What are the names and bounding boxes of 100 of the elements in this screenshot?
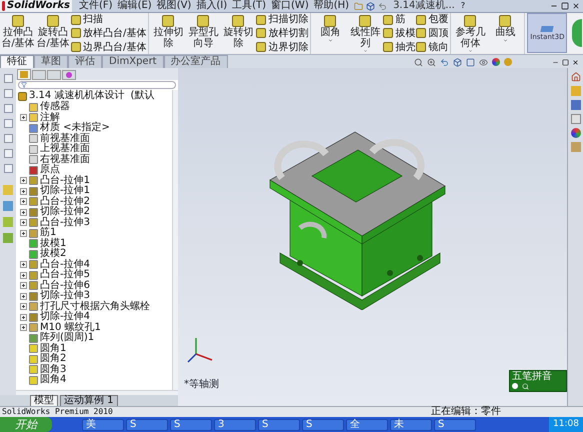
ribbon-button[interactable]: 圆角 xyxy=(313,13,348,53)
command-tab[interactable]: 草图 xyxy=(34,55,68,68)
save-icon[interactable] xyxy=(366,2,376,10)
zoom-icon[interactable] xyxy=(427,58,436,66)
command-tab[interactable]: 评估 xyxy=(68,55,102,68)
expand-toggle[interactable] xyxy=(20,188,27,195)
filter-field[interactable] xyxy=(18,81,176,89)
ribbon-button[interactable]: 放样凸台/基体 xyxy=(71,28,146,39)
taskbar-item[interactable]: S xyxy=(258,418,300,430)
ribbon-button[interactable]: 包覆 xyxy=(416,14,448,26)
taskbar-item[interactable]: S xyxy=(126,418,168,430)
expand-toggle[interactable] xyxy=(20,292,27,300)
taskbar-item[interactable]: 未 xyxy=(390,418,432,430)
tree-item-label[interactable]: 凸台-拉伸5 xyxy=(40,270,90,280)
tree-item-label[interactable]: 前视基准面 xyxy=(40,134,90,144)
expand-toggle[interactable] xyxy=(20,314,27,321)
home-icon[interactable] xyxy=(570,72,580,82)
ribbon-button[interactable]: 放样切割 xyxy=(256,28,308,39)
menu-item[interactable]: 视图(V) xyxy=(156,1,192,11)
command-tab[interactable]: 特征 xyxy=(0,55,34,68)
tree-item-label[interactable]: 圆角1 xyxy=(40,344,66,354)
ribbon-button[interactable]: 扫描切除 xyxy=(256,14,308,26)
menu-item[interactable]: 插入(I) xyxy=(195,1,228,11)
feature-tree-tab-icon[interactable] xyxy=(17,69,31,80)
maximize-icon[interactable] xyxy=(561,2,569,10)
tree-item-label[interactable]: 打孔尺寸根据六角头螺栓 xyxy=(40,302,150,312)
ribbon-button[interactable]: 抽壳 xyxy=(383,42,416,53)
search-icon[interactable] xyxy=(414,58,423,66)
ribbon-button[interactable]: 拔模 xyxy=(383,28,416,39)
taskbar-item[interactable]: 3 xyxy=(214,418,256,430)
close-icon[interactable] xyxy=(572,58,579,66)
tree-item-label[interactable]: M10 螺纹孔1 xyxy=(40,322,101,333)
tree-item-label[interactable]: 凸台-拉伸4 xyxy=(40,260,90,270)
close-icon[interactable] xyxy=(572,2,580,10)
ribbon-button[interactable]: 边界凸台/基体 xyxy=(71,42,146,53)
expand-toggle[interactable] xyxy=(20,198,27,206)
ribbon-button[interactable]: 拉伸凸台/基体 xyxy=(1,13,35,53)
taskbar-item[interactable]: S xyxy=(302,418,344,430)
tree-item-label[interactable]: 材质 <未指定> xyxy=(40,123,110,134)
tree-item-label[interactable]: 切除-拉伸4 xyxy=(40,312,90,322)
tree-item-label[interactable]: 上视基准面 xyxy=(40,144,90,154)
taskbar-item[interactable]: S xyxy=(434,418,476,430)
expand-toggle[interactable] xyxy=(20,208,27,216)
tree-item-label[interactable]: 凸台-拉伸6 xyxy=(40,280,90,291)
start-button[interactable]: 开始 xyxy=(0,417,52,432)
maximize-icon[interactable] xyxy=(562,58,569,66)
undo-icon[interactable] xyxy=(378,2,388,10)
tree-item-label[interactable]: 凸台-拉伸1 xyxy=(40,176,90,186)
tree-root-label[interactable]: 3.14 减速机机体设计 xyxy=(29,91,124,102)
expand-toggle[interactable] xyxy=(20,282,27,290)
graphics-viewport[interactable]: *等轴测 五笔拼音 xyxy=(178,68,567,406)
tree-item-label[interactable]: 切除-拉伸3 xyxy=(40,291,90,302)
tree-item-label[interactable]: 注解 xyxy=(40,112,60,123)
ribbon-button[interactable]: 扫描 xyxy=(71,14,146,26)
expand-toggle[interactable] xyxy=(20,303,27,310)
expand-toggle[interactable] xyxy=(20,324,27,332)
ribbon-button[interactable]: 镜向 xyxy=(416,42,448,53)
ribbon-button[interactable]: 边界切除 xyxy=(256,42,308,53)
tree-item-label[interactable]: 凸台-拉伸2 xyxy=(40,196,90,207)
ribbon-button[interactable]: 参考几何体 xyxy=(453,13,488,53)
tree-item-label[interactable]: 圆角3 xyxy=(40,364,66,375)
ribbon-button[interactable]: 线性阵列 xyxy=(348,13,382,53)
app-button-icon[interactable] xyxy=(572,19,582,47)
tree-item-label[interactable]: 原点 xyxy=(40,165,60,176)
menu-item[interactable]: 编辑(E) xyxy=(116,1,153,11)
command-tab[interactable]: 办公室产品 xyxy=(164,55,228,68)
dimxpert-tab-icon[interactable] xyxy=(62,70,76,80)
ribbon-button[interactable]: 异型孔向导 xyxy=(186,13,220,53)
appearance-icon[interactable] xyxy=(492,58,500,66)
taskbar-item[interactable]: 全 xyxy=(346,418,388,430)
tree-item-label[interactable]: 凸台-拉伸3 xyxy=(40,218,90,228)
bottom-tab[interactable]: 模型 xyxy=(30,394,58,406)
ribbon-button[interactable]: 旋转凸台/基体 xyxy=(36,13,70,53)
menu-item[interactable]: 工具(T) xyxy=(231,1,268,11)
ime-toolbar[interactable]: 五笔拼音 xyxy=(509,370,567,392)
expand-toggle[interactable] xyxy=(20,219,27,226)
ribbon-button[interactable]: 圆顶 xyxy=(416,28,448,39)
bottom-tab[interactable]: 运动算例 1 xyxy=(60,394,118,406)
tree-item-label[interactable]: 切除-拉伸1 xyxy=(40,186,90,196)
tree-item-label[interactable]: 圆角2 xyxy=(40,354,66,364)
tree-item-label[interactable]: 阵列(圆周)1 xyxy=(40,333,94,344)
taskbar-item[interactable]: S xyxy=(170,418,212,430)
taskbar-item[interactable]: 美 xyxy=(82,418,124,430)
tree-item-label[interactable]: 拔模2 xyxy=(40,249,66,260)
expand-toggle[interactable] xyxy=(20,114,27,122)
ribbon-button[interactable]: 旋转切除 xyxy=(221,13,256,53)
previous-view-icon[interactable] xyxy=(440,58,449,66)
expand-toggle[interactable] xyxy=(20,261,27,268)
ribbon-button[interactable]: 曲线 xyxy=(488,13,522,53)
display-style-icon[interactable] xyxy=(466,58,475,66)
tree-item-label[interactable]: 圆角4 xyxy=(40,375,66,386)
eye-icon[interactable] xyxy=(479,58,488,66)
expand-toggle[interactable] xyxy=(20,272,27,279)
cube-icon[interactable] xyxy=(453,58,462,66)
tree-item-label[interactable]: 传感器 xyxy=(40,102,70,112)
tree-item-label[interactable]: 切除-拉伸2 xyxy=(40,207,90,218)
menu-item[interactable]: 帮助(H) xyxy=(312,1,350,11)
tree-item-label[interactable]: 右视基准面 xyxy=(40,154,90,165)
tree-item-label[interactable]: 拔模1 xyxy=(40,238,66,249)
tree-item-label[interactable]: 筋1 xyxy=(40,228,56,238)
